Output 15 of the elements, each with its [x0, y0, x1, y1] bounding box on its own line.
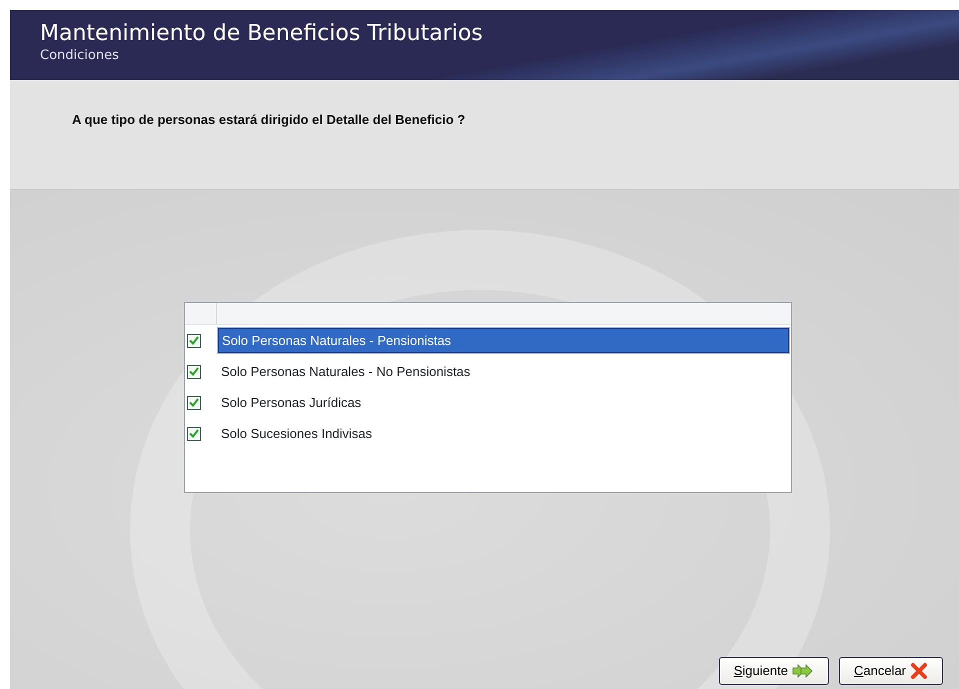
list-item[interactable]: Solo Personas Naturales - No Pensionistas: [218, 360, 789, 384]
window-subtitle: Condiciones: [40, 47, 120, 66]
checkbox[interactable]: [187, 364, 201, 378]
close-icon: [910, 662, 928, 680]
double-arrow-icon: [792, 664, 814, 678]
question-text: A que tipo de personas estará dirigido el Detalle del Beneficio ?: [72, 111, 466, 129]
next-button[interactable]: Siguiente: [718, 657, 829, 685]
list-item[interactable]: Solo Sucesiones Indivisas: [218, 422, 789, 446]
checkbox[interactable]: [187, 334, 201, 348]
cancel-button[interactable]: Cancelar: [838, 657, 943, 685]
checkbox[interactable]: [187, 426, 201, 440]
checkbox[interactable]: [187, 396, 201, 410]
list-item[interactable]: Solo Personas Naturales - Pensionistas: [218, 328, 789, 354]
list-item[interactable]: Solo Personas Jurídicas: [218, 390, 789, 414]
window-title: Mantenimiento de Beneficios Tributarios: [40, 22, 484, 46]
